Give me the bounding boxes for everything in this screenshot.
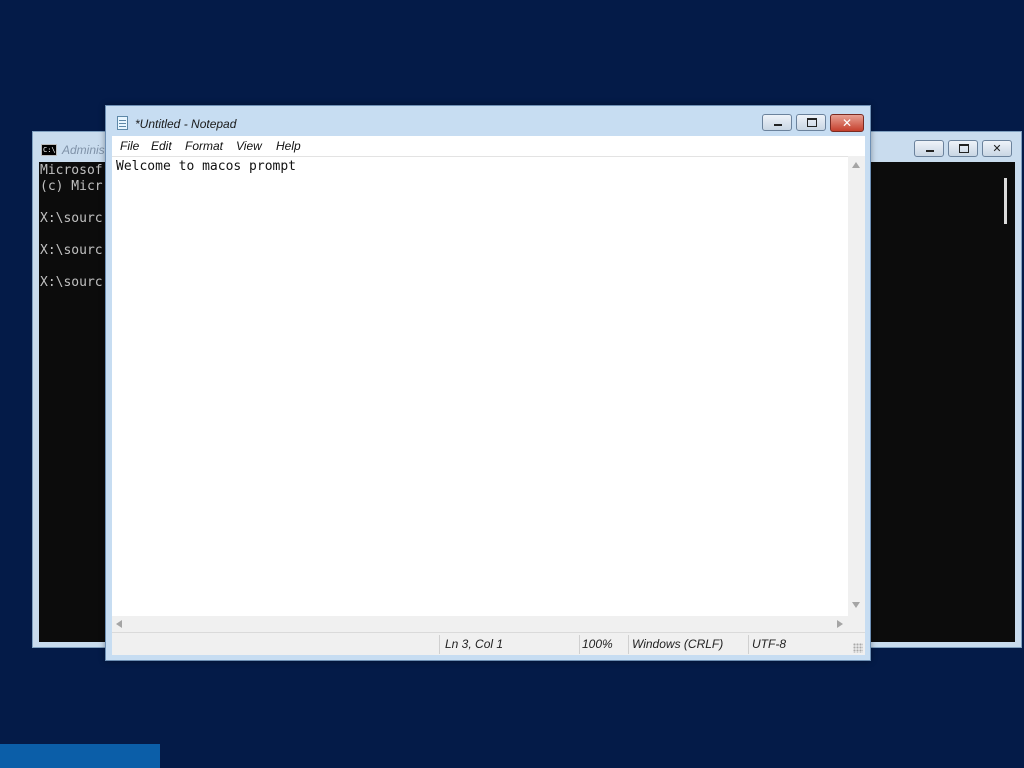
status-line-ending: Windows (CRLF) xyxy=(632,637,724,651)
taskbar-active-button[interactable] xyxy=(0,744,160,768)
vertical-scrollbar[interactable] xyxy=(848,156,865,616)
resize-grip-icon[interactable] xyxy=(853,643,863,653)
scrollbar-corner xyxy=(848,616,865,632)
status-divider xyxy=(439,635,440,654)
menu-format[interactable]: Format xyxy=(185,139,223,153)
notepad-close-button[interactable] xyxy=(830,114,864,132)
menu-help[interactable]: Help xyxy=(276,139,301,153)
console-line: Microsof xyxy=(40,163,103,178)
status-cursor-position: Ln 3, Col 1 xyxy=(445,637,504,651)
cmd-close-button[interactable] xyxy=(982,140,1012,157)
notepad-window[interactable]: *Untitled - Notepad File Edit Format Vie… xyxy=(105,105,871,661)
status-encoding: UTF-8 xyxy=(752,637,786,651)
status-bar: Ln 3, Col 1 100% Windows (CRLF) UTF-8 xyxy=(112,632,865,655)
command-prompt-icon: C:\ xyxy=(41,144,57,156)
notepad-minimize-button[interactable] xyxy=(762,114,792,131)
cmd-vertical-scrollbar[interactable] xyxy=(998,162,1015,642)
status-divider xyxy=(628,635,629,654)
notepad-window-title: *Untitled - Notepad xyxy=(135,117,237,131)
notepad-maximize-button[interactable] xyxy=(796,114,826,131)
scroll-down-arrow-icon[interactable] xyxy=(852,602,860,608)
text-editor[interactable]: Welcome to macos prompt xyxy=(112,156,848,616)
console-line: X:\sourc xyxy=(40,211,103,226)
notepad-titlebar[interactable]: *Untitled - Notepad xyxy=(106,106,870,137)
status-divider xyxy=(748,635,749,654)
menu-edit[interactable]: Edit xyxy=(151,139,172,153)
status-divider xyxy=(579,635,580,654)
cmd-window-title: Adminis xyxy=(62,143,105,157)
menu-view[interactable]: View xyxy=(236,139,262,153)
console-line: (c) Micr xyxy=(40,179,103,194)
editor-content: Welcome to macos prompt xyxy=(116,159,297,174)
cmd-scroll-thumb[interactable] xyxy=(1004,178,1007,224)
scroll-right-arrow-icon[interactable] xyxy=(837,620,843,628)
notepad-icon xyxy=(117,116,128,130)
menu-bar: File Edit Format View Help xyxy=(112,136,865,156)
cmd-maximize-button[interactable] xyxy=(948,140,978,157)
console-line: X:\sourc xyxy=(40,275,103,290)
scroll-left-arrow-icon[interactable] xyxy=(116,620,122,628)
console-line: X:\sourc xyxy=(40,243,103,258)
cmd-minimize-button[interactable] xyxy=(914,140,944,157)
menu-file[interactable]: File xyxy=(120,139,139,153)
horizontal-scrollbar[interactable] xyxy=(112,616,848,632)
status-zoom: 100% xyxy=(582,637,613,651)
scroll-up-arrow-icon[interactable] xyxy=(852,162,860,168)
